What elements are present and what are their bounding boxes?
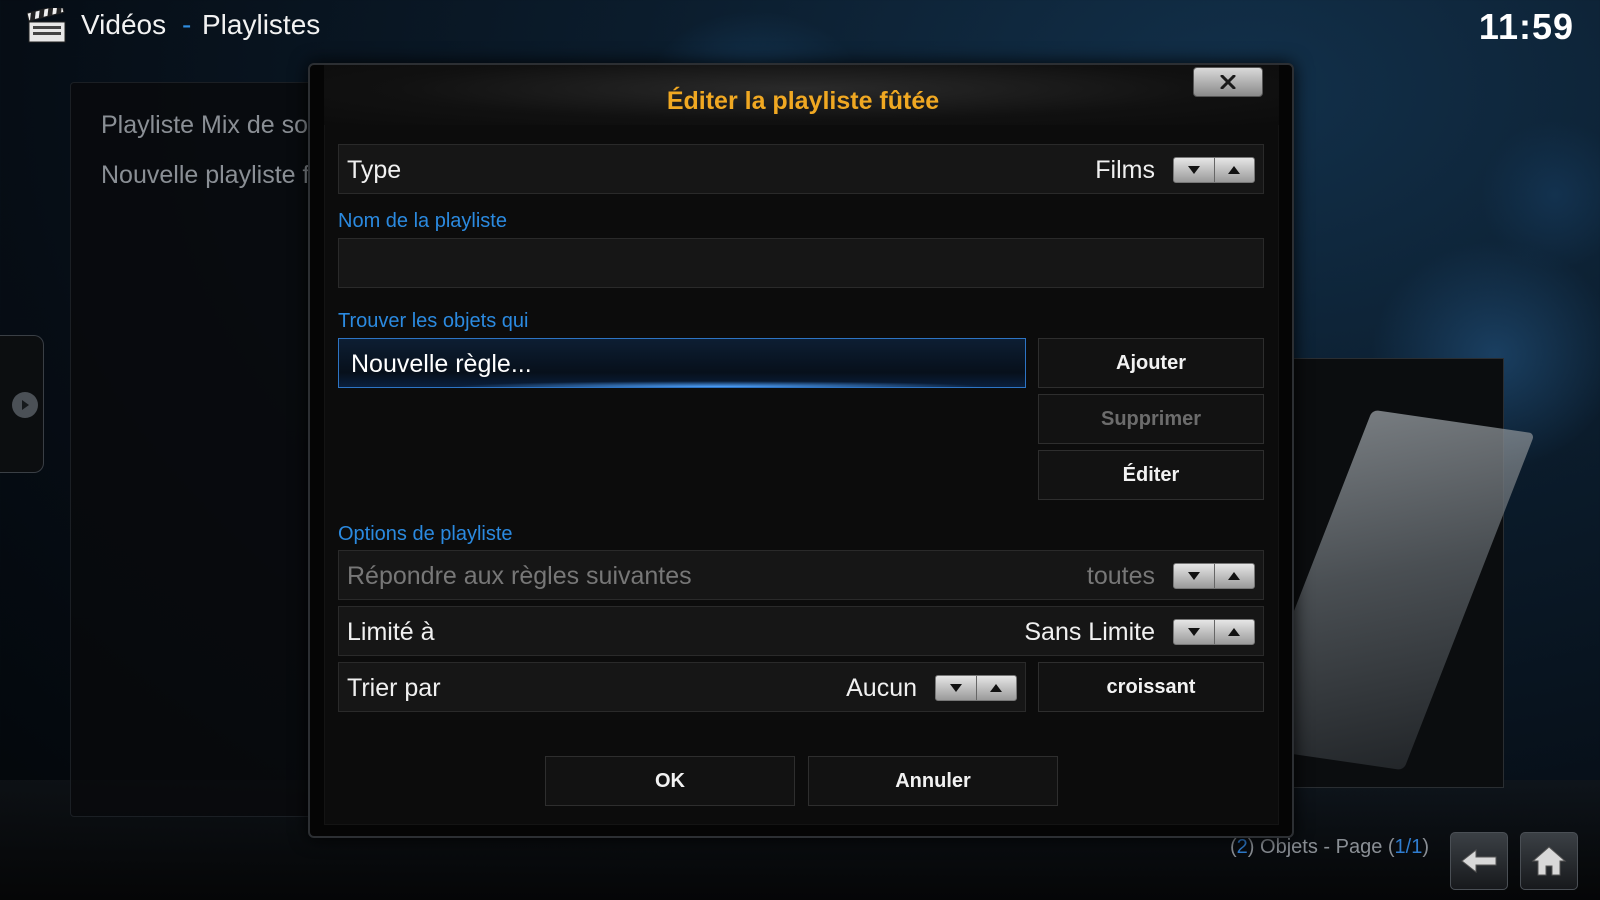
type-label: Type — [347, 156, 402, 184]
arrow-down-icon — [1187, 166, 1200, 174]
arrow-up-icon — [1228, 628, 1241, 636]
focus-glow — [449, 381, 989, 387]
arrow-down-icon — [1187, 628, 1200, 636]
page-open: ( — [1387, 836, 1395, 858]
spin-up-button[interactable] — [1213, 620, 1255, 644]
close-icon — [1220, 75, 1236, 89]
match-value: toutes — [1086, 562, 1155, 590]
background-orb — [1480, 120, 1600, 270]
spin-down-button[interactable] — [1174, 620, 1214, 644]
type-value: Films — [1095, 156, 1155, 184]
home-icon — [1531, 846, 1567, 876]
limit-value: Sans Limite — [1024, 618, 1155, 646]
back-arrow-icon — [1461, 848, 1497, 874]
close-button[interactable] — [1193, 67, 1263, 97]
spin-down-button[interactable] — [1174, 158, 1214, 182]
object-count: 2 — [1236, 836, 1248, 858]
match-spinner — [1173, 563, 1255, 589]
edit-rule-button[interactable]: Éditer — [1038, 450, 1264, 500]
sort-value: Aucun — [846, 674, 917, 702]
home-button[interactable] — [1520, 832, 1578, 890]
arrow-up-icon — [1228, 166, 1241, 174]
match-rules-selector[interactable]: Répondre aux règles suivantes toutes — [338, 550, 1264, 600]
arrow-up-icon — [1228, 572, 1241, 580]
status-text: (2) Objets - Page (1/1) — [1230, 836, 1429, 859]
header-separator: - — [182, 9, 192, 40]
arrow-right-icon — [12, 392, 38, 418]
clapperboard-icon — [27, 8, 66, 43]
dialog-title: Éditer la playliste fûtée — [666, 87, 940, 115]
list-item[interactable]: Playliste Mix de so — [101, 111, 308, 140]
type-selector[interactable]: Type Films — [338, 144, 1264, 194]
playlist-name-input[interactable] — [338, 238, 1264, 288]
spin-down-button[interactable] — [1174, 564, 1214, 588]
list-item[interactable]: Nouvelle playliste f — [101, 161, 309, 190]
sort-spinner — [935, 675, 1017, 701]
match-label: Répondre aux règles suivantes — [347, 562, 692, 590]
header: Vidéos - Playlistes 11:59 — [0, 0, 1600, 56]
playlist-list: Playliste Mix de so Nouvelle playliste f — [70, 82, 330, 817]
arrow-down-icon — [1187, 572, 1200, 580]
limit-spinner — [1173, 619, 1255, 645]
page-close: ) — [1422, 836, 1430, 858]
arrow-down-icon — [949, 684, 962, 692]
sort-selector[interactable]: Trier par Aucun — [338, 662, 1026, 712]
options-heading: Options de playliste — [338, 523, 513, 545]
rule-list-item[interactable]: Nouvelle règle... — [338, 338, 1026, 388]
back-button[interactable] — [1450, 832, 1508, 890]
type-spinner — [1173, 157, 1255, 183]
spin-up-button[interactable] — [1213, 564, 1255, 588]
remove-rule-button[interactable]: Supprimer — [1038, 394, 1264, 444]
limit-label: Limité à — [347, 618, 435, 646]
sort-label: Trier par — [347, 674, 441, 702]
spin-down-button[interactable] — [936, 676, 976, 700]
clock: 11:59 — [1478, 6, 1574, 47]
sort-direction-button[interactable]: croissant — [1038, 662, 1264, 712]
rule-label: Nouvelle règle... — [351, 350, 532, 378]
cancel-button[interactable]: Annuler — [808, 756, 1058, 806]
count-open: ( — [1230, 836, 1237, 858]
arrow-up-icon — [990, 684, 1003, 692]
header-title: Vidéos — [81, 9, 167, 40]
rules-heading: Trouver les objets qui — [338, 310, 529, 332]
spin-up-button[interactable] — [1213, 158, 1255, 182]
add-rule-button[interactable]: Ajouter — [1038, 338, 1264, 388]
objects-label: Objets - Page — [1254, 836, 1388, 858]
page-indicator: 1/1 — [1394, 836, 1423, 858]
header-subtitle: Playlistes — [202, 9, 321, 40]
ok-button[interactable]: OK — [545, 756, 795, 806]
limit-selector[interactable]: Limité à Sans Limite — [338, 606, 1264, 656]
spin-up-button[interactable] — [975, 676, 1017, 700]
playlist-name-heading: Nom de la playliste — [338, 210, 507, 232]
